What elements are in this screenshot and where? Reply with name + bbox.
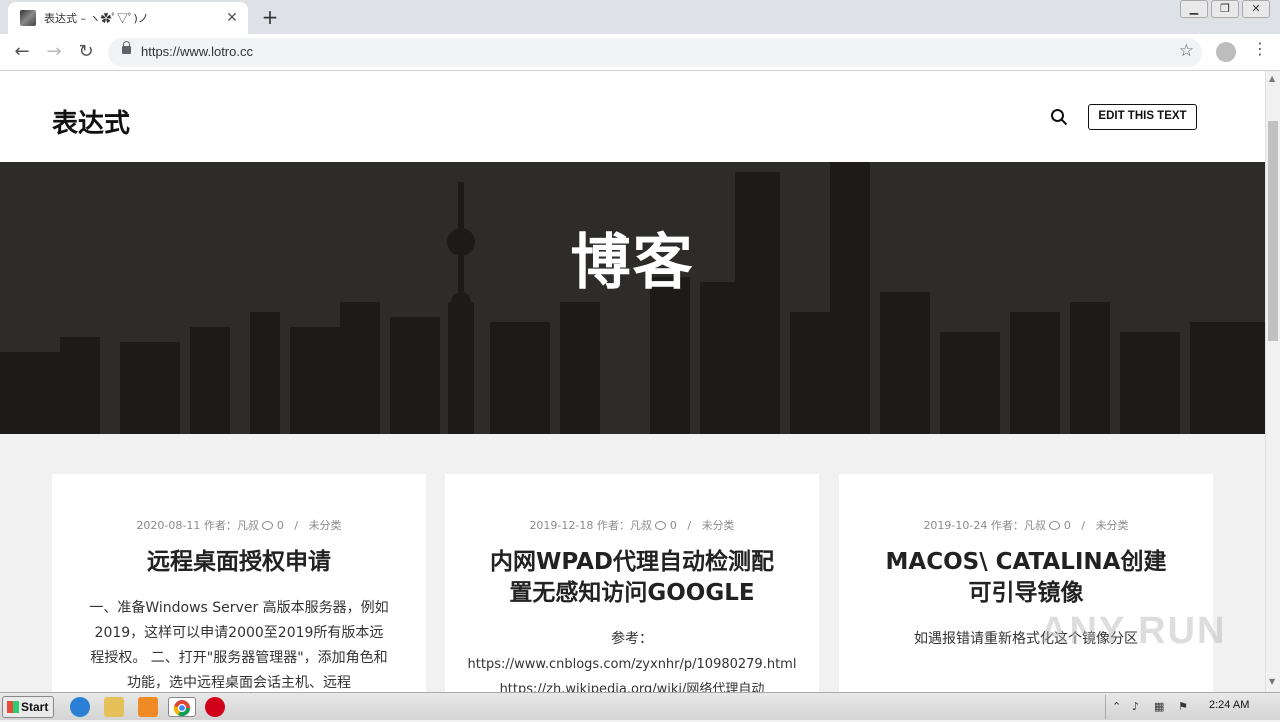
post-category[interactable]: 未分类 xyxy=(309,519,342,532)
excerpt-link[interactable]: https://zh.wikipedia.org/wiki/网络代理自动 xyxy=(462,677,802,692)
post-author[interactable]: 作者：凡叔 xyxy=(204,519,259,532)
lock-icon xyxy=(122,41,131,54)
back-arrow-icon[interactable]: ← xyxy=(10,40,34,64)
comment-count[interactable]: 0 xyxy=(1064,519,1071,532)
volume-icon[interactable]: ♪ xyxy=(1132,700,1146,714)
comment-count[interactable]: 0 xyxy=(670,519,677,532)
chrome-taskbar-button[interactable] xyxy=(168,697,196,717)
chrome-icon xyxy=(173,700,191,717)
scroll-up-icon[interactable]: ▲ xyxy=(1269,74,1275,83)
browser-tab[interactable]: 表达式 – ヽ✿ﾟ▽ﾟ)ノ ✕ xyxy=(8,2,248,34)
post-card[interactable]: 2019-12-18 作者：凡叔 0 / 未分类 内网WPAD代理自动检测配置无… xyxy=(445,474,819,692)
clock[interactable]: 2:24 AM xyxy=(1209,699,1249,711)
profile-avatar-icon[interactable] xyxy=(1216,42,1236,62)
restore-icon[interactable]: ❐ xyxy=(1211,0,1239,18)
browser-tabbar: 表达式 – ヽ✿ﾟ▽ﾟ)ノ ✕ + ▁ ❐ ✕ xyxy=(0,0,1280,34)
ie-icon[interactable] xyxy=(70,697,90,717)
minimize-icon[interactable]: ▁ xyxy=(1180,0,1208,18)
window-controls: ▁ ❐ ✕ xyxy=(1177,0,1270,18)
post-category[interactable]: 未分类 xyxy=(702,519,735,532)
start-button[interactable]: Start xyxy=(2,696,54,718)
browser-toolbar: ← → ↻ https://www.lotro.cc ☆ ⋮ xyxy=(0,34,1280,71)
post-meta: 2020-08-11 作者：凡叔 0 / 未分类 xyxy=(136,519,342,532)
hero-title: 博客 xyxy=(570,228,695,298)
media-player-icon[interactable] xyxy=(138,697,158,717)
excerpt-link[interactable]: https://www.cnblogs.com/zyxnhr/p/1098027… xyxy=(462,652,802,677)
comment-count[interactable]: 0 xyxy=(277,519,284,532)
comment-icon xyxy=(1049,521,1061,530)
edit-text-button[interactable]: EDIT THIS TEXT xyxy=(1088,104,1197,130)
post-author[interactable]: 作者：凡叔 xyxy=(597,519,652,532)
network-icon[interactable]: ▦ xyxy=(1154,700,1168,714)
close-tab-icon[interactable]: ✕ xyxy=(224,10,240,26)
hero-banner: 博客 xyxy=(0,162,1265,434)
tray-expand-icon[interactable]: ⌃ xyxy=(1112,700,1126,714)
start-label: Start xyxy=(21,700,49,714)
post-excerpt: 一、准备Windows Server 高版本服务器，例如2019，这样可以申请2… xyxy=(89,600,389,691)
post-date[interactable]: 2019-12-18 xyxy=(529,519,593,532)
anyrun-watermark: ANY RUN xyxy=(1040,610,1227,652)
reload-icon[interactable]: ↻ xyxy=(74,40,98,64)
tab-title: 表达式 – ヽ✿ﾟ▽ﾟ)ノ xyxy=(44,12,149,25)
post-card[interactable]: 2020-08-11 作者：凡叔 0 / 未分类 远程桌面授权申请 一、准备Wi… xyxy=(52,474,426,692)
site-header: 表达式 EDIT THIS TEXT xyxy=(0,71,1265,162)
post-meta: 2019-12-18 作者：凡叔 0 / 未分类 xyxy=(529,519,735,532)
comment-icon xyxy=(655,521,667,530)
page-viewport: 表达式 EDIT THIS TEXT 博客 2020-08-11 作者：凡叔 0… xyxy=(0,71,1265,692)
windows-taskbar: Start ⌃ ♪ ▦ ⚑ 2:24 AM xyxy=(0,692,1280,720)
post-meta: 2019-10-24 作者：凡叔 0 / 未分类 xyxy=(923,519,1129,532)
bookmark-star-icon[interactable]: ☆ xyxy=(1179,41,1194,61)
post-title[interactable]: 远程桌面授权申请 xyxy=(89,547,389,578)
page-scrollbar[interactable]: ▲ ▼ xyxy=(1265,71,1280,692)
window-close-icon[interactable]: ✕ xyxy=(1242,0,1270,18)
excerpt-label: 参考： xyxy=(611,631,653,647)
post-date[interactable]: 2019-10-24 xyxy=(923,519,987,532)
address-bar[interactable]: https://www.lotro.cc ☆ xyxy=(108,38,1202,67)
menu-kebab-icon[interactable]: ⋮ xyxy=(1252,39,1268,58)
search-icon[interactable] xyxy=(1050,108,1068,126)
post-title[interactable]: 内网WPAD代理自动检测配置无感知访问GOOGLE xyxy=(482,547,782,609)
post-category[interactable]: 未分类 xyxy=(1096,519,1129,532)
scroll-down-icon[interactable]: ▼ xyxy=(1269,677,1275,686)
url-text[interactable]: https://www.lotro.cc xyxy=(141,44,253,59)
new-tab-button[interactable]: + xyxy=(258,5,282,29)
site-favicon-icon xyxy=(20,10,36,26)
post-card[interactable]: 2019-10-24 作者：凡叔 0 / 未分类 MACOS\ CATALINA… xyxy=(839,474,1213,692)
windows-logo-icon xyxy=(7,701,19,713)
comment-icon xyxy=(262,521,274,530)
post-date[interactable]: 2020-08-11 xyxy=(136,519,200,532)
forward-arrow-icon[interactable]: → xyxy=(42,40,66,64)
antivirus-icon[interactable] xyxy=(205,697,225,717)
system-tray: ⌃ ♪ ▦ ⚑ 2:24 AM xyxy=(1105,695,1280,719)
explorer-folder-icon[interactable] xyxy=(104,697,124,717)
flag-icon[interactable]: ⚑ xyxy=(1178,700,1192,714)
post-excerpt: 参考： https://www.cnblogs.com/zyxnhr/p/109… xyxy=(462,627,802,692)
post-author[interactable]: 作者：凡叔 xyxy=(991,519,1046,532)
site-title[interactable]: 表达式 xyxy=(52,103,130,140)
scroll-thumb[interactable] xyxy=(1268,121,1278,341)
post-title[interactable]: MACOS\ CATALINA创建可引导镜像 xyxy=(876,547,1176,609)
